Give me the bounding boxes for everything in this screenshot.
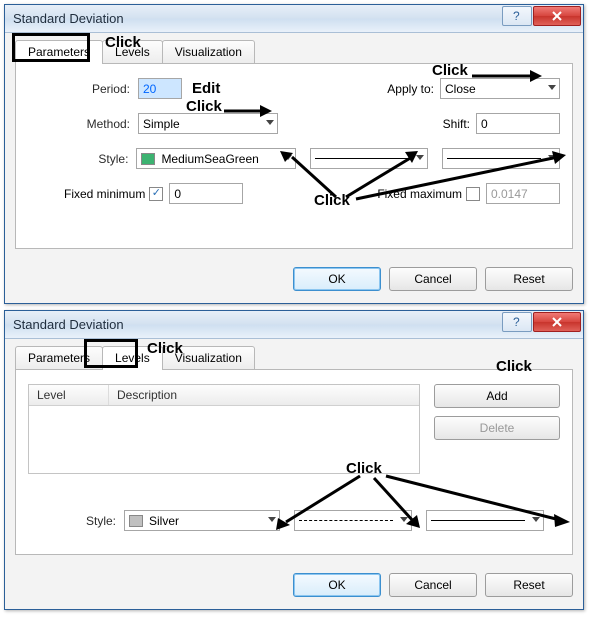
tab-label: Parameters: [28, 45, 90, 59]
tab-parameters[interactable]: Parameters: [15, 40, 103, 64]
style-linetype-dropdown[interactable]: [310, 148, 428, 169]
tab-label: Levels: [115, 351, 150, 365]
tab-label: Visualization: [175, 351, 242, 365]
close-button[interactable]: [533, 312, 581, 332]
fixed-min-checkbox[interactable]: [149, 187, 163, 201]
tab-levels[interactable]: Levels: [102, 346, 163, 370]
delete-button: Delete: [434, 416, 560, 440]
chevron-down-icon: [268, 517, 276, 522]
levels-table[interactable]: Level Description: [28, 384, 420, 474]
col-description[interactable]: Description: [109, 385, 419, 405]
period-input[interactable]: [138, 78, 182, 99]
tab-strip: Parameters Levels Visualization: [5, 33, 583, 63]
tab-levels[interactable]: Levels: [102, 40, 163, 64]
style-linetype-dropdown[interactable]: [294, 510, 412, 531]
tab-visualization[interactable]: Visualization: [162, 40, 255, 64]
shift-label: Shift:: [423, 117, 476, 131]
tab-label: Levels: [115, 45, 150, 59]
tab-content: Period: Edit Apply to: Close Method: Sim: [15, 63, 573, 249]
dialog-standard-deviation-levels: Standard Deviation ? Parameters Levels V…: [4, 310, 584, 610]
tab-strip: Parameters Levels Visualization: [5, 339, 583, 369]
svg-text:?: ?: [513, 316, 520, 328]
button-bar: OK Cancel Reset: [5, 259, 583, 303]
ok-button[interactable]: OK: [293, 573, 381, 597]
period-label: Period:: [28, 82, 138, 96]
reset-button[interactable]: Reset: [485, 267, 573, 291]
line-preview: [315, 158, 409, 159]
button-bar: OK Cancel Reset: [5, 565, 583, 609]
cancel-button[interactable]: Cancel: [389, 573, 477, 597]
dialog-standard-deviation-parameters: Standard Deviation ? Parameters Levels V…: [4, 4, 584, 304]
color-swatch: [141, 153, 155, 165]
close-button[interactable]: [533, 6, 581, 26]
tab-visualization[interactable]: Visualization: [162, 346, 255, 370]
cancel-button[interactable]: Cancel: [389, 267, 477, 291]
line-preview: [447, 158, 541, 159]
tab-parameters[interactable]: Parameters: [15, 346, 103, 370]
help-button[interactable]: ?: [502, 6, 532, 26]
tab-content: Level Description Add Delete Style: Silv…: [15, 369, 573, 555]
fixed-max-checkbox[interactable]: [466, 187, 480, 201]
apply-to-value: Close: [445, 82, 476, 96]
chevron-down-icon: [416, 155, 424, 160]
col-level[interactable]: Level: [29, 385, 109, 405]
titlebar[interactable]: Standard Deviation ?: [5, 5, 583, 33]
window-title: Standard Deviation: [13, 11, 124, 26]
shift-input[interactable]: [476, 113, 560, 134]
add-button[interactable]: Add: [434, 384, 560, 408]
style-label: Style:: [28, 514, 124, 528]
style-lineweight-dropdown[interactable]: [442, 148, 560, 169]
method-dropdown[interactable]: Simple: [138, 113, 278, 134]
chevron-down-icon: [548, 155, 556, 160]
apply-to-label: Apply to:: [367, 82, 440, 96]
apply-to-dropdown[interactable]: Close: [440, 78, 560, 99]
annot-click: Click: [432, 62, 468, 79]
fixed-max-label: Fixed maximum: [377, 187, 462, 201]
tab-label: Visualization: [175, 45, 242, 59]
line-preview: [431, 520, 525, 521]
tab-label: Parameters: [28, 351, 90, 365]
style-lineweight-dropdown[interactable]: [426, 510, 544, 531]
line-preview: [299, 520, 393, 521]
fixed-min-label: Fixed minimum: [64, 187, 145, 201]
reset-button[interactable]: Reset: [485, 573, 573, 597]
method-label: Method:: [28, 117, 138, 131]
style-label: Style:: [28, 152, 136, 166]
method-value: Simple: [143, 117, 180, 131]
help-button[interactable]: ?: [502, 312, 532, 332]
style-color-dropdown[interactable]: Silver: [124, 510, 280, 531]
chevron-down-icon: [532, 517, 540, 522]
chevron-down-icon: [400, 517, 408, 522]
annot-edit: Edit: [192, 80, 220, 97]
window-title: Standard Deviation: [13, 317, 124, 332]
titlebar[interactable]: Standard Deviation ?: [5, 311, 583, 339]
style-color-value: Silver: [149, 514, 179, 528]
chevron-down-icon: [284, 155, 292, 160]
style-color-value: MediumSeaGreen: [161, 152, 258, 166]
chevron-down-icon: [266, 120, 274, 125]
color-swatch: [129, 515, 143, 527]
fixed-min-input[interactable]: [169, 183, 243, 204]
fixed-max-input: [486, 183, 560, 204]
style-color-dropdown[interactable]: MediumSeaGreen: [136, 148, 296, 169]
ok-button[interactable]: OK: [293, 267, 381, 291]
svg-text:?: ?: [513, 10, 520, 22]
chevron-down-icon: [548, 85, 556, 90]
